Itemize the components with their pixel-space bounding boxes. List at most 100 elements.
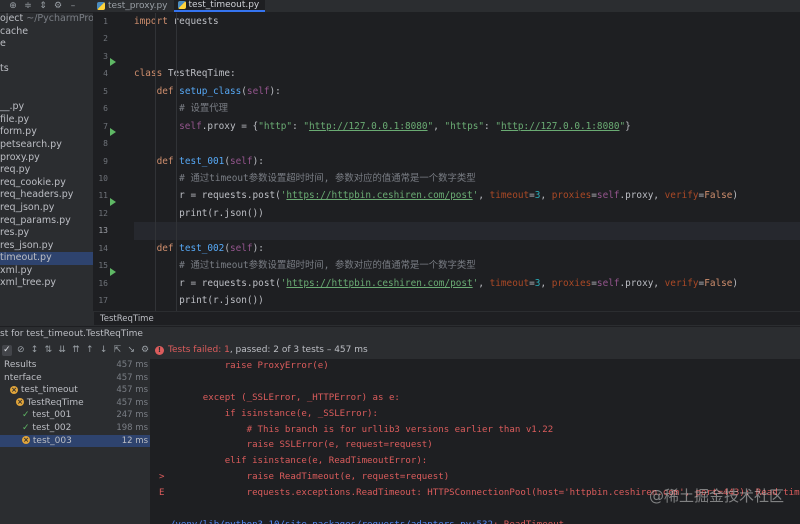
test-tree-item[interactable]: nterface 457 ms: [0, 372, 150, 385]
test-duration: 12 ms: [121, 435, 148, 446]
project-item[interactable]: [0, 76, 93, 89]
breadcrumb[interactable]: TestReqTime: [94, 311, 800, 325]
show-ignored-icon[interactable]: ⊘: [16, 345, 26, 356]
check-icon: ✓: [22, 410, 30, 421]
test-tree-item[interactable]: × test_timeout 457 ms: [0, 384, 150, 397]
project-item[interactable]: petsearch.py: [0, 139, 93, 152]
project-item[interactable]: res.py: [0, 227, 93, 240]
project-item[interactable]: file.py: [0, 114, 93, 127]
console-line: except (_SSLError, _HTTPError) as e:: [151, 391, 800, 407]
tests-summary-text: , passed: 2 of 3 tests – 457 ms: [229, 345, 368, 355]
code-line: print(r.json()): [134, 295, 264, 306]
project-item[interactable]: proxy.py: [0, 152, 93, 165]
console-text: ../venv/lib/python3.10/site-packages/req…: [159, 518, 564, 524]
run-markers: [108, 13, 130, 311]
project-item[interactable]: ts: [0, 63, 93, 76]
check-icon: ✓: [22, 422, 30, 433]
next-fail-icon[interactable]: ↓: [99, 345, 109, 356]
navigate-icon[interactable]: ↘: [126, 345, 136, 356]
console-line: > raise ReadTimeout(e, request=request): [151, 470, 800, 486]
project-item[interactable]: req_headers.py: [0, 189, 93, 202]
run-test-001-icon[interactable]: [110, 128, 116, 136]
code-line: def setup_class(self):: [156, 85, 281, 97]
console-line: raise SSLError(e, request=request): [151, 438, 800, 454]
console-line: raise ProxyError(e): [151, 359, 800, 375]
console-text: if isinstance(e, _SSLError):: [159, 408, 378, 419]
project-item[interactable]: cache: [0, 26, 93, 39]
project-item[interactable]: oject ~/PycharmProjects/: [0, 13, 93, 26]
project-item[interactable]: [0, 51, 93, 64]
project-item[interactable]: [0, 89, 93, 102]
code-line: r = requests.post('https://httpbin.ceshi…: [134, 277, 739, 289]
project-item[interactable]: req_json.py: [0, 202, 93, 215]
console-text: raise ProxyError(e): [159, 361, 329, 371]
run-test-003-icon[interactable]: [110, 268, 116, 276]
code-line: r = requests.post('https://httpbin.ceshi…: [134, 190, 739, 202]
code-area[interactable]: import requests class TestReqTime: def s…: [134, 13, 800, 311]
project-item[interactable]: timeout.py: [0, 252, 93, 265]
run-test-002-icon[interactable]: [110, 198, 116, 206]
gear-icon[interactable]: ⚙: [53, 1, 63, 11]
console-line: elif isinstance(e, ReadTimeoutError):: [151, 454, 800, 470]
sort-alpha-icon[interactable]: ↕: [30, 345, 40, 356]
expand-all-icon[interactable]: ⇊: [57, 345, 67, 356]
project-item-label: req_params.py: [0, 214, 71, 226]
test-duration: 457 ms: [116, 372, 148, 383]
code-line: # 通过timeout参数设置超时时间, 参数对应的值通常是一个数字类型: [179, 172, 476, 184]
project-item-label: req_cookie.py: [0, 176, 66, 188]
project-item[interactable]: res_json.py: [0, 240, 93, 253]
tests-failed-text: Tests failed: 1: [168, 345, 230, 355]
test-duration: 457 ms: [116, 360, 148, 370]
console-line: # This branch is for urllib3 versions ea…: [151, 423, 800, 439]
tab-test-timeout[interactable]: test_timeout.py: [173, 0, 266, 12]
test-tree-item[interactable]: × test_003 12 ms: [0, 434, 150, 448]
project-item-label: req_headers.py: [0, 189, 74, 201]
collapse-icon[interactable]: ≑: [23, 1, 33, 11]
test-tree-item[interactable]: Results 457 ms: [0, 359, 150, 372]
run-title: st for test_timeout.TestReqTime: [0, 329, 143, 339]
test-tree-item[interactable]: × TestReqTime 457 ms: [0, 397, 150, 410]
code-editor[interactable]: 123456789101112131415161718192021 import…: [94, 13, 800, 311]
project-item[interactable]: xml.py: [0, 265, 93, 278]
code-line: def test_001(self):: [156, 155, 264, 167]
hide-icon[interactable]: –: [68, 1, 78, 11]
project-item-label: ts: [0, 63, 9, 75]
test-duration: 457 ms: [116, 385, 148, 396]
test-tree-item[interactable]: ✓ test_001 247 ms: [0, 409, 150, 422]
code-line-current: [134, 222, 800, 240]
project-item[interactable]: e: [0, 38, 93, 51]
show-passed-icon[interactable]: ✓: [2, 344, 12, 356]
project-item[interactable]: req_cookie.py: [0, 177, 93, 190]
tab-label: test_proxy.py: [108, 1, 168, 11]
collapse-all-icon[interactable]: ⇈: [71, 345, 81, 356]
project-item[interactable]: __.py: [0, 101, 93, 114]
project-item[interactable]: xml_tree.py: [0, 277, 93, 290]
expand-icon[interactable]: ⇕: [38, 1, 48, 11]
prev-fail-icon[interactable]: ↑: [85, 345, 95, 356]
console-line: ../venv/lib/python3.10/site-packages/req…: [151, 518, 800, 524]
project-item-label: petsearch.py: [0, 138, 62, 150]
test-name: test_001: [32, 410, 72, 421]
test-duration: 457 ms: [116, 397, 148, 408]
console-line: if isinstance(e, _SSLError):: [151, 407, 800, 423]
run-class-icon[interactable]: [110, 58, 116, 66]
locate-icon[interactable]: ⊕: [8, 1, 18, 11]
project-item-label: xml_tree.py: [0, 277, 57, 289]
test-name: TestReqTime: [26, 397, 84, 408]
console-text: except (_SSLError, _HTTPError) as e:: [159, 392, 400, 403]
test-tree-item[interactable]: ✓ test_002 198 ms: [0, 422, 150, 435]
watermark: @稀土掘金技术社区: [648, 487, 784, 505]
settings-gear-icon[interactable]: ⚙: [140, 345, 150, 356]
console-text: # This branch is for urllib3 versions ea…: [159, 424, 554, 435]
project-item[interactable]: req_params.py: [0, 215, 93, 228]
run-toolbar: ✓ ⊘ ↕ ⇅ ⇊ ⇈ ↑ ↓ ⇱ ↘ ⚙: [0, 341, 150, 359]
test-name: test_003: [32, 435, 72, 446]
project-item[interactable]: req.py: [0, 164, 93, 177]
export-icon[interactable]: ⇱: [113, 345, 123, 356]
sort-duration-icon[interactable]: ⇅: [43, 345, 53, 356]
console-file-link[interactable]: ../venv/lib/python3.10/site-packages/req…: [159, 520, 493, 524]
project-item[interactable]: form.py: [0, 126, 93, 139]
tab-test-proxy[interactable]: test_proxy.py: [93, 0, 174, 12]
